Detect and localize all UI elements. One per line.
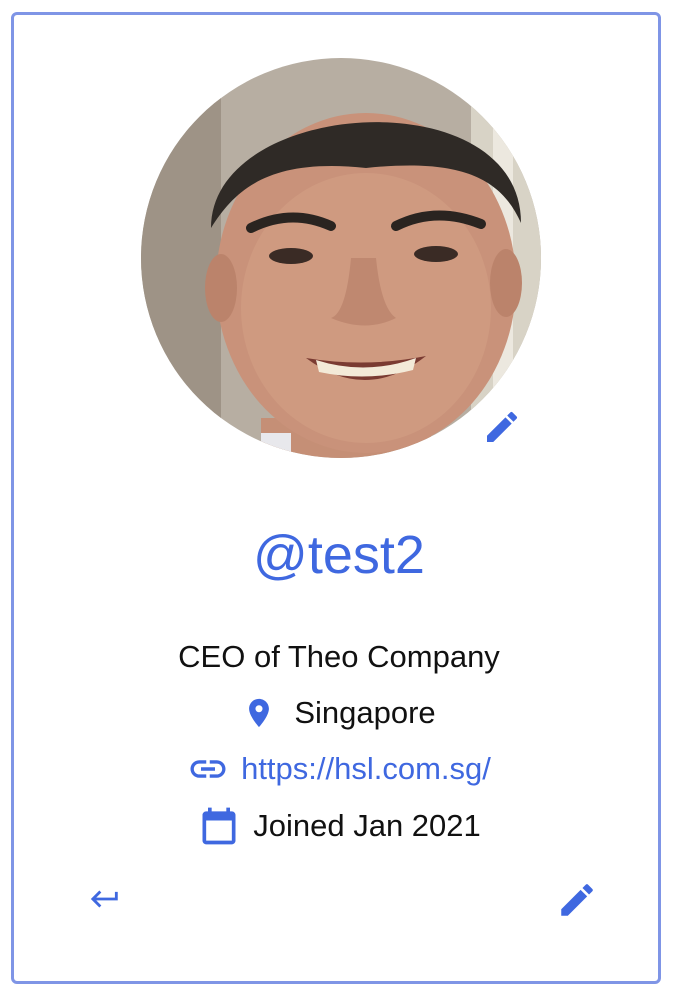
calendar-icon [197, 803, 241, 849]
website-link[interactable]: https://hsl.com.sg/ [241, 747, 491, 791]
profile-bio: CEO of Theo Company [178, 639, 500, 674]
edit-profile-button[interactable] [552, 875, 602, 925]
pencil-icon [487, 411, 518, 442]
location-text: Singapore [294, 695, 436, 730]
return-arrow-icon [90, 890, 118, 908]
profile-card: @test2 CEO of Theo Company Singapore htt… [11, 12, 661, 984]
profile-avatar [141, 58, 541, 458]
back-button[interactable] [80, 877, 130, 921]
map-pin-icon [242, 694, 276, 732]
profile-username: @test2 [253, 525, 425, 585]
profile-website: https://hsl.com.sg/ [14, 747, 664, 791]
avatar-edit-button[interactable] [480, 405, 524, 449]
profile-location: Singapore [14, 691, 664, 735]
profile-joined: Joined Jan 2021 [14, 803, 664, 849]
joined-text: Joined Jan 2021 [253, 808, 481, 843]
link-icon [187, 748, 229, 790]
pencil-icon [561, 884, 593, 916]
